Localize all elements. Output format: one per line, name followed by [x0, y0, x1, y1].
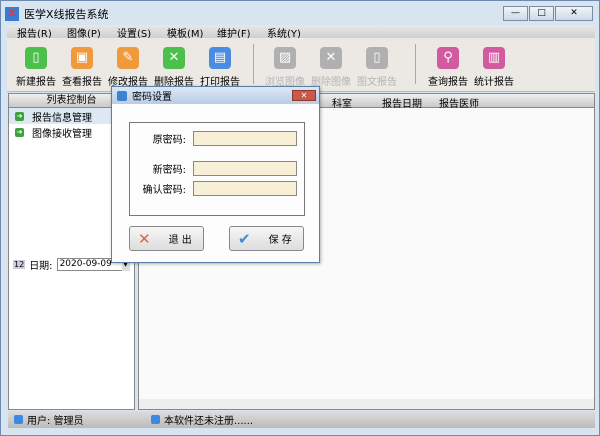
maximize-button[interactable]: □ — [529, 6, 554, 21]
toolbar-button-image-report: ▯ 图文报告 — [354, 47, 400, 88]
nav-label: 图像接收管理 — [32, 128, 92, 140]
toolbar-label: 查看报告 — [62, 77, 102, 88]
app-icon: X — [5, 7, 19, 21]
horizontal-scrollbar[interactable] — [139, 399, 594, 409]
date-filter: 12 日期: 2020-09-09 ▼ — [13, 257, 130, 272]
menu-template[interactable]: 模板(M) — [157, 25, 207, 40]
menu-settings[interactable]: 设置(S) — [107, 25, 157, 40]
status-registration: 本软件还未注册...... — [164, 416, 254, 427]
arrow-icon: ➜ — [15, 111, 24, 121]
toolbar-button-delete-image: ✕ 删除图像 — [308, 47, 354, 88]
window-title: 医学X线报告系统 — [24, 8, 109, 21]
new-password-input[interactable] — [193, 161, 297, 176]
old-password-input[interactable] — [193, 131, 297, 146]
new-report-icon: ▯ — [25, 47, 47, 69]
toolbar-button-browse-image: ▨ 浏览图像 — [262, 47, 308, 88]
title-bar: X 医学X线报告系统 — [5, 5, 109, 23]
password-fields-group: 原密码: 新密码: 确认密码: — [129, 122, 305, 216]
close-button[interactable]: ✕ — [555, 6, 593, 21]
toolbar: ▯ 新建报告 ▣ 查看报告 ✎ 修改报告 ✕ 删除报告 ▤ 打印报告 ▨ 浏览图像 ✕ 删除图像 ▯ 图文报告… — [7, 38, 595, 92]
toolbar-button-edit-report[interactable]: ✎ 修改报告 — [105, 47, 151, 88]
toolbar-button-view-report[interactable]: ▣ 查看报告 — [59, 47, 105, 88]
user-icon — [14, 415, 23, 424]
toolbar-button-search-report[interactable]: ⚲ 查询报告 — [425, 47, 471, 88]
main-window: X 医学X线报告系统 — □ ✕ 报告(R) 图像(P) 设置(S) 模板(M)… — [0, 0, 600, 436]
toolbar-separator — [415, 44, 416, 84]
view-report-icon: ▣ — [71, 47, 93, 69]
column-department[interactable]: 科室 — [332, 95, 352, 110]
toolbar-separator — [253, 44, 254, 84]
menu-bar: 报告(R) 图像(P) 设置(S) 模板(M) 维护(F) 系统(Y) — [7, 25, 595, 40]
dialog-icon — [117, 90, 127, 101]
new-password-label: 新密码: — [152, 165, 186, 176]
print-report-icon: ▤ — [209, 47, 231, 69]
menu-report[interactable]: 报告(R) — [7, 25, 57, 40]
save-label: 保 存 — [268, 235, 292, 246]
check-icon: ✔ — [238, 229, 251, 248]
password-dialog: 密码设置 ✕ 原密码: 新密码: 确认密码: ✕ 退 出 ✔ 保 存 — [111, 86, 320, 263]
column-report-doctor[interactable]: 报告医师 — [439, 95, 479, 110]
exit-button[interactable]: ✕ 退 出 — [129, 226, 204, 251]
old-password-label: 原密码: — [152, 135, 186, 146]
menu-system[interactable]: 系统(Y) — [257, 25, 307, 40]
dialog-title: 密码设置 — [132, 92, 172, 103]
minimize-button[interactable]: — — [503, 6, 528, 21]
cross-icon: ✕ — [138, 229, 151, 248]
delete-report-icon: ✕ — [163, 47, 185, 69]
toolbar-label: 图文报告 — [357, 77, 397, 88]
arrow-icon: ➜ — [15, 127, 24, 137]
status-bar: 用户: 管理员 本软件还未注册...... — [8, 411, 595, 428]
toolbar-button-stats-report[interactable]: ▥ 统计报告 — [471, 47, 517, 88]
confirm-password-label: 确认密码: — [142, 185, 186, 196]
toolbar-label: 查询报告 — [428, 77, 468, 88]
save-button[interactable]: ✔ 保 存 — [229, 226, 304, 251]
calendar-icon: 12 — [13, 260, 26, 269]
menu-maintenance[interactable]: 维护(F) — [207, 25, 257, 40]
toolbar-label: 新建报告 — [16, 77, 56, 88]
exit-label: 退 出 — [168, 235, 192, 246]
date-label: 日期: — [29, 261, 53, 272]
image-report-icon: ▯ — [366, 47, 388, 69]
browse-image-icon: ▨ — [274, 47, 296, 69]
toolbar-button-new-report[interactable]: ▯ 新建报告 — [13, 47, 59, 88]
confirm-password-input[interactable] — [193, 181, 297, 196]
date-value: 2020-09-09 — [59, 259, 112, 269]
edit-report-icon: ✎ — [117, 47, 139, 69]
column-report-date[interactable]: 报告日期 — [382, 95, 422, 110]
dialog-title-bar: 密码设置 — [112, 87, 319, 104]
status-user: 用户: 管理员 — [27, 416, 84, 427]
nav-label: 报告信息管理 — [32, 112, 92, 124]
menu-image[interactable]: 图像(P) — [57, 25, 107, 40]
delete-image-icon: ✕ — [320, 47, 342, 69]
stats-report-icon: ▥ — [483, 47, 505, 69]
dialog-close-button[interactable]: ✕ — [292, 90, 316, 101]
toolbar-label: 统计报告 — [474, 77, 514, 88]
toolbar-button-print-report[interactable]: ▤ 打印报告 — [197, 47, 243, 88]
search-report-icon: ⚲ — [437, 47, 459, 69]
info-icon — [151, 415, 160, 424]
toolbar-button-delete-report[interactable]: ✕ 删除报告 — [151, 47, 197, 88]
